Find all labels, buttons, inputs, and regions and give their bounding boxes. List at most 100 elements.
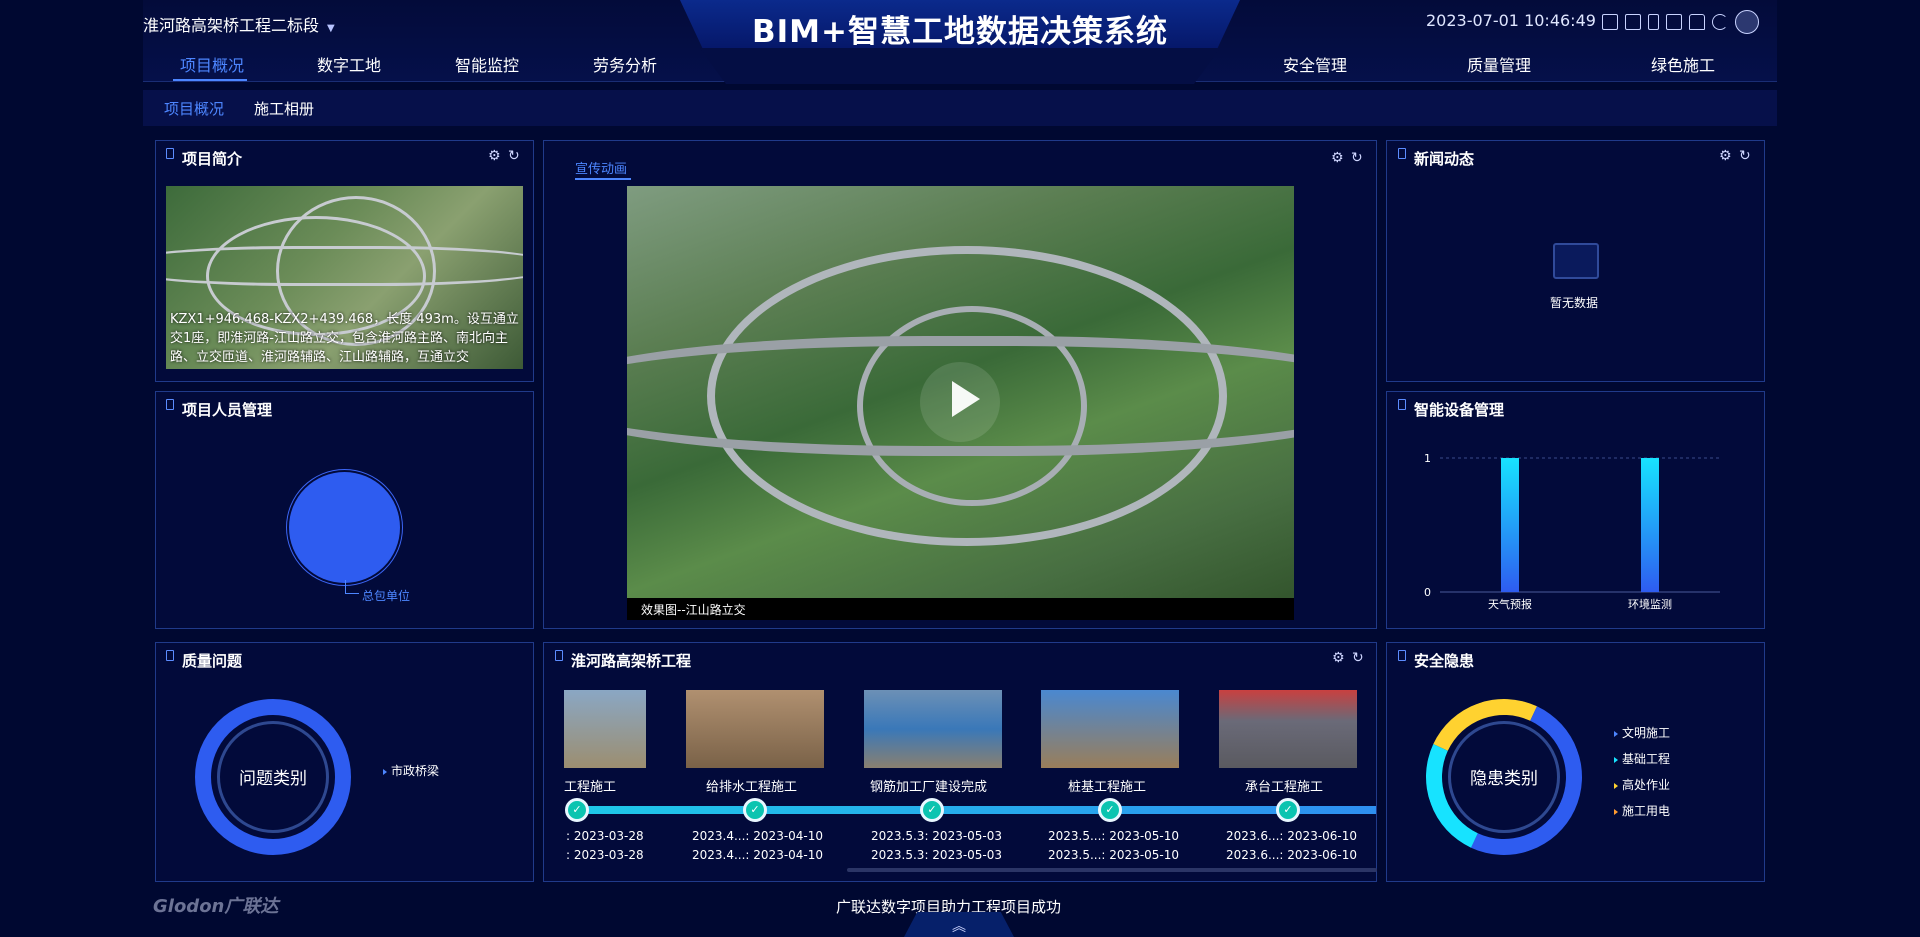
- screen-icon[interactable]: [1625, 14, 1641, 30]
- timeline-date: 2023.6...: 2023-06-10: [1226, 829, 1358, 843]
- quality-legend-item[interactable]: 市政桥梁: [383, 762, 439, 779]
- nav-item-quality[interactable]: 质量管理: [1467, 52, 1531, 76]
- timeline-date: 2023.6...: 2023-06-10: [1226, 848, 1358, 862]
- timeline-photo[interactable]: [686, 690, 824, 768]
- nav-item-safety[interactable]: 安全管理: [1283, 52, 1347, 76]
- safety-title: 安全隐患: [1414, 652, 1475, 670]
- safety-legend-item[interactable]: 施工用电: [1614, 802, 1670, 819]
- project-selector[interactable]: 淮河路高架桥工程二标段 ▼: [143, 12, 335, 36]
- timeline-photo[interactable]: [1219, 690, 1357, 768]
- personnel-pie[interactable]: [289, 472, 400, 583]
- subnav-bar: [143, 90, 1777, 126]
- check-icon: ✓: [920, 798, 944, 822]
- timeline-photo[interactable]: [1041, 690, 1179, 768]
- devices-bar-chart: 1 0 天气预报 环境监测: [1424, 452, 1720, 611]
- shirt-icon[interactable]: [1689, 14, 1705, 30]
- project-selector-label: 淮河路高架桥工程二标段: [143, 16, 320, 35]
- quality-donut-center: 问题类别: [239, 769, 307, 789]
- panel-title-icon: [1398, 650, 1406, 661]
- legend-label: 文明施工: [1622, 726, 1671, 740]
- safety-legend-item[interactable]: 高处作业: [1614, 776, 1670, 793]
- grid-icon[interactable]: [1602, 14, 1618, 30]
- x-tick-label: 天气预报: [1488, 597, 1532, 611]
- devices-title: 智能设备管理: [1414, 401, 1505, 419]
- check-icon: ✓: [1276, 798, 1300, 822]
- bar-0[interactable]: [1501, 458, 1519, 592]
- timeline-item-label: 给排水工程施工: [706, 780, 798, 795]
- news-title: 新闻动态: [1414, 150, 1475, 168]
- refresh-icon[interactable]: ↻: [1352, 650, 1364, 666]
- no-data-icon: [1553, 243, 1599, 279]
- page-title: BIM+智慧工地数据决策系统: [752, 14, 1168, 50]
- refresh-icon[interactable]: ↻: [1739, 148, 1751, 164]
- safety-legend-item[interactable]: 基础工程: [1614, 750, 1670, 767]
- timeline-date: : 2023-03-28: [566, 848, 644, 862]
- settings-icon[interactable]: ⚙: [1332, 650, 1345, 666]
- x-tick-label: 环境监测: [1628, 597, 1672, 611]
- timeline-photo[interactable]: [564, 690, 646, 768]
- monitor-icon[interactable]: [1666, 14, 1682, 30]
- timeline-item-label: 承台工程施工: [1245, 780, 1324, 795]
- play-icon[interactable]: [952, 381, 980, 417]
- pie-leader-line: [345, 580, 359, 594]
- timeline-item-label: 工程施工: [564, 780, 617, 795]
- no-data-text: 暂无数据: [1550, 296, 1599, 310]
- title-banner-lower: [700, 48, 1220, 84]
- timeline-date: 2023.5...: 2023-05-10: [1048, 848, 1180, 862]
- refresh-icon[interactable]: [1712, 14, 1728, 30]
- timeline-date: 2023.5.3: 2023-05-03: [871, 829, 1003, 843]
- check-icon: ✓: [743, 798, 767, 822]
- timeline-date: : 2023-03-28: [566, 829, 644, 843]
- current-datetime: 2023-07-01 10:46:49: [1426, 11, 1596, 30]
- video-caption: 效果图--江山路立交: [627, 598, 1294, 620]
- subnav-overview[interactable]: 项目概况: [164, 98, 224, 119]
- timeline-date: 2023.5.3: 2023-05-03: [871, 848, 1003, 862]
- nav-item-labor[interactable]: 劳务分析: [593, 52, 657, 76]
- quality-title: 质量问题: [182, 652, 243, 670]
- tab-promo-video[interactable]: 宣传动画: [575, 158, 627, 177]
- check-icon: ✓: [1098, 798, 1122, 822]
- panel-title-icon: [1398, 399, 1406, 410]
- panel-title-icon: [166, 148, 174, 159]
- refresh-icon[interactable]: ↻: [1351, 150, 1363, 166]
- legend-label: 基础工程: [1622, 752, 1671, 766]
- settings-icon[interactable]: ⚙: [488, 148, 501, 164]
- user-avatar-icon[interactable]: [1735, 10, 1759, 34]
- timeline-date: 2023.4...: 2023-04-10: [692, 848, 824, 862]
- tab-active-underline: [575, 178, 631, 180]
- legend-label: 施工用电: [1622, 804, 1671, 818]
- glodon-logo: Glodon广联达: [153, 896, 279, 917]
- safety-donut-center: 隐患类别: [1470, 769, 1538, 789]
- settings-icon[interactable]: ⚙: [1719, 148, 1732, 164]
- nav-item-overview[interactable]: 项目概况: [180, 52, 244, 76]
- bar-1[interactable]: [1641, 458, 1659, 592]
- settings-icon[interactable]: ⚙: [1331, 150, 1344, 166]
- timeline-scrollbar[interactable]: [847, 868, 1377, 872]
- timeline-item-label: 钢筋加工厂建设完成: [870, 780, 988, 795]
- header-toolbar: [1602, 10, 1759, 34]
- nav-item-monitoring[interactable]: 智能监控: [455, 52, 519, 76]
- phone-icon[interactable]: [1648, 14, 1659, 30]
- y-tick-label: 0: [1424, 586, 1431, 599]
- timeline-title: 淮河路高架桥工程: [571, 652, 692, 670]
- timeline-item-label: 桩基工程施工: [1068, 780, 1147, 795]
- intro-title: 项目简介: [182, 150, 243, 168]
- timeline-date: 2023.4...: 2023-04-10: [692, 829, 824, 843]
- subnav-photo-album[interactable]: 施工相册: [254, 98, 314, 119]
- timeline-photo[interactable]: [864, 690, 1002, 768]
- check-icon: ✓: [565, 798, 589, 822]
- nav-active-underline: [173, 79, 247, 81]
- refresh-icon[interactable]: ↻: [508, 148, 520, 164]
- panel-title-icon: [555, 650, 563, 661]
- y-tick-label: 1: [1424, 452, 1431, 465]
- intro-description: KZX1+946.468-KZX2+439.468，长度 493m。设互通立交1…: [170, 312, 519, 365]
- personnel-pie-label: 总包单位: [362, 589, 411, 603]
- legend-label: 高处作业: [1622, 778, 1671, 792]
- safety-legend-item[interactable]: 文明施工: [1614, 724, 1670, 741]
- chevron-up-icon[interactable]: ︽: [952, 916, 966, 936]
- timeline-date: 2023.5...: 2023-05-10: [1048, 829, 1180, 843]
- nav-item-digital-site[interactable]: 数字工地: [317, 52, 381, 76]
- chevron-down-icon: ▼: [327, 23, 335, 34]
- nav-item-green[interactable]: 绿色施工: [1651, 52, 1715, 76]
- personnel-title: 项目人员管理: [182, 401, 273, 419]
